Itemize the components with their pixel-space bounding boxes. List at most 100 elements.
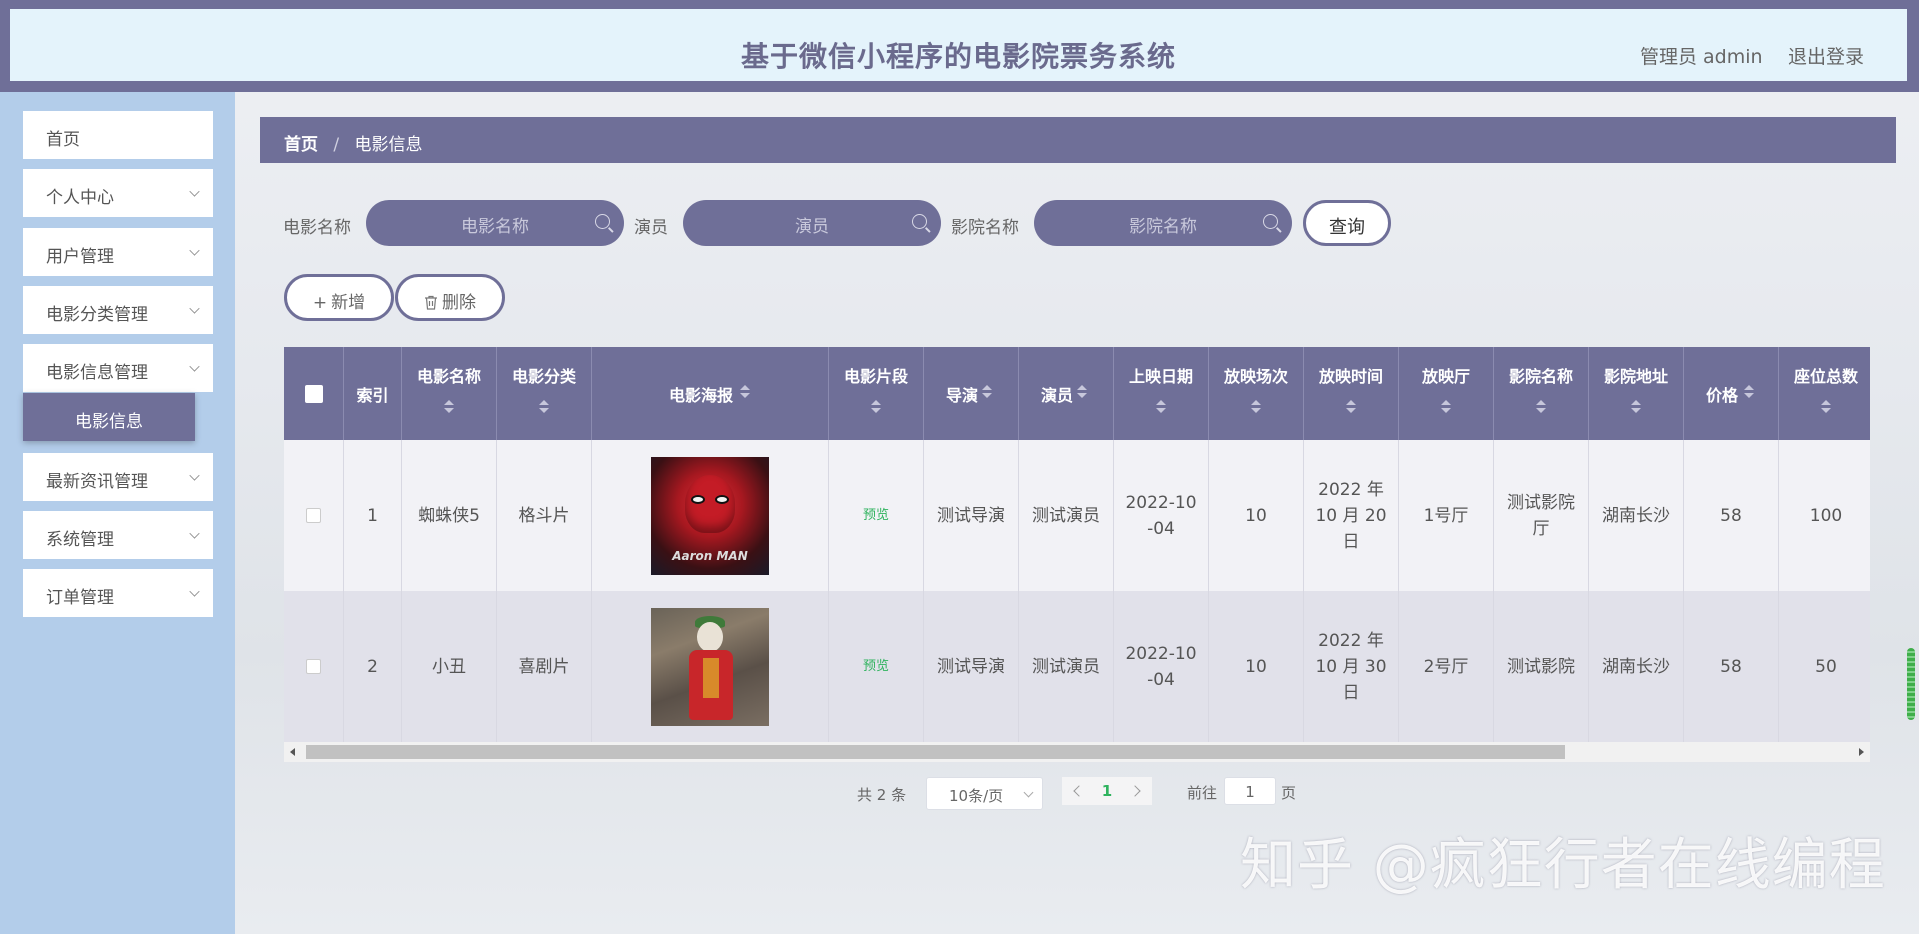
delete-button-label: 删除 [442,293,476,313]
cell-director: 测试导演 [924,591,1019,742]
sort-icon[interactable] [871,400,881,414]
sort-icon[interactable] [1821,400,1831,414]
search-icon [595,214,610,229]
table-horizontal-scrollbar[interactable] [284,742,1870,762]
sidebar-item-movie-category[interactable]: 电影分类管理 [23,286,213,334]
movie-poster-image: Aaron MAN [651,456,769,575]
row-checkbox[interactable] [306,508,321,523]
cinema-name-line: 测试影院 [1507,492,1575,513]
next-page-button[interactable] [1122,777,1152,805]
sidebar-item-system[interactable]: 系统管理 [23,511,213,559]
trash-icon [425,295,437,310]
search-icon [912,214,927,229]
cell-hall: 1号厅 [1399,440,1494,591]
actor-input[interactable]: 演员 [683,200,941,246]
header-director[interactable]: 导演 [924,347,1019,440]
cell-director: 测试导演 [924,440,1019,591]
watermark-text: 知乎 @疯狂行者在线编程 [1240,833,1886,898]
sort-icon[interactable] [1251,400,1261,414]
sort-icon[interactable] [1631,400,1641,414]
sidebar-subitem-movie-info[interactable]: 电影信息 [23,393,195,441]
cell-index: 2 [344,591,402,742]
header-price[interactable]: 价格 [1684,347,1779,440]
poster-vest-shape [703,657,719,698]
select-all-checkbox[interactable] [305,385,323,403]
header-seats[interactable]: 座位总数 [1779,347,1870,440]
chevron-down-icon [189,586,200,597]
sidebar-item-movie-info[interactable]: 电影信息管理 [23,344,213,392]
show-time-line: 日 [1342,531,1360,552]
cell-actor: 测试演员 [1019,440,1114,591]
page-size-value: 10条/页 [949,787,1004,805]
sort-icon[interactable] [1744,385,1754,399]
header-release-date[interactable]: 上映日期 [1114,347,1209,440]
scroll-left-arrow-icon[interactable] [290,748,295,756]
cell-category: 格斗片 [497,440,592,591]
breadcrumb-home[interactable]: 首页 [284,135,318,155]
prev-page-button[interactable] [1062,777,1092,805]
sort-icon[interactable] [539,400,549,414]
header-actor[interactable]: 演员 [1019,347,1114,440]
cell-movie-name: 小丑 [402,591,497,742]
show-time-line: 10 月 30 [1315,656,1387,677]
header-poster[interactable]: 电影海报 [592,347,829,440]
cell-show-count: 10 [1209,440,1304,591]
sidebar-item-home[interactable]: 首页 [23,111,213,159]
sort-icon[interactable] [982,385,992,399]
sidebar-item-news[interactable]: 最新资讯管理 [23,453,213,501]
header-category[interactable]: 电影分类 [497,347,592,440]
chevron-down-icon [189,470,200,481]
header-hall[interactable]: 放映厅 [1399,347,1494,440]
sort-icon[interactable] [1156,400,1166,414]
table-row[interactable]: 2 小丑 喜剧片 预览 测试导演 测试演员 2022-10 -04 10 202… [284,591,1870,742]
cell-poster [592,591,829,742]
header-show-count[interactable]: 放映场次 [1209,347,1304,440]
preview-link[interactable]: 预览 [863,654,889,680]
sort-icon[interactable] [1536,400,1546,414]
movie-name-label: 电影名称 [283,218,351,238]
page-number-button[interactable]: 1 [1092,777,1122,805]
header-movie-name[interactable]: 电影名称 [402,347,497,440]
movie-name-input[interactable]: 电影名称 [366,200,624,246]
cell-cinema-address: 湖南长沙 [1589,440,1684,591]
release-date-line: 2022-10 [1125,643,1197,664]
header-cinema-address-label: 影院地址 [1603,367,1668,386]
sort-icon[interactable] [1077,385,1087,399]
header-cinema-name[interactable]: 影院名称 [1494,347,1589,440]
cinema-name-input[interactable]: 影院名称 [1034,200,1292,246]
cell-clip: 预览 [829,440,924,591]
goto-page-input[interactable]: 1 [1224,777,1276,805]
add-button[interactable]: + 新增 [284,274,394,321]
admin-user-label: 管理员 admin [1640,46,1763,68]
sort-icon[interactable] [1441,400,1451,414]
poster-mask-shape [685,474,735,533]
preview-link[interactable]: 预览 [863,503,889,529]
page-size-select[interactable]: 10条/页 [926,777,1043,810]
header-show-time[interactable]: 放映时间 [1304,347,1399,440]
cell-seats: 100 [1779,440,1870,591]
sidebar-item-profile[interactable]: 个人中心 [23,169,213,217]
sort-icon[interactable] [1346,400,1356,414]
header-poster-label: 电影海报 [668,386,733,405]
cell-movie-name: 蜘蛛侠5 [402,440,497,591]
header-clip[interactable]: 电影片段 [829,347,924,440]
header-cinema-address[interactable]: 影院地址 [1589,347,1684,440]
scrollbar-thumb[interactable] [306,745,1565,759]
add-button-label: 新增 [331,293,366,313]
scroll-right-arrow-icon[interactable] [1859,748,1864,756]
page-suffix-label: 页 [1281,784,1297,802]
delete-button[interactable]: 删除 [395,274,505,321]
header-release-date-label: 上映日期 [1128,367,1193,386]
chevron-down-icon [189,303,200,314]
logout-link[interactable]: 退出登录 [1788,42,1864,69]
query-button[interactable]: 查询 [1303,200,1391,246]
row-checkbox[interactable] [306,659,321,674]
sidebar-item-label: 最新资讯管理 [46,472,148,492]
sidebar-item-users[interactable]: 用户管理 [23,228,213,276]
table-row[interactable]: 1 蜘蛛侠5 格斗片 Aaron MAN 预览 测试导演 测试演员 2022-1… [284,440,1870,591]
sort-icon[interactable] [444,400,454,414]
release-date-line: 2022-10 [1125,492,1197,513]
page-scroll-indicator[interactable] [1907,648,1915,720]
sidebar-item-orders[interactable]: 订单管理 [23,569,213,617]
sort-icon[interactable] [740,385,750,399]
